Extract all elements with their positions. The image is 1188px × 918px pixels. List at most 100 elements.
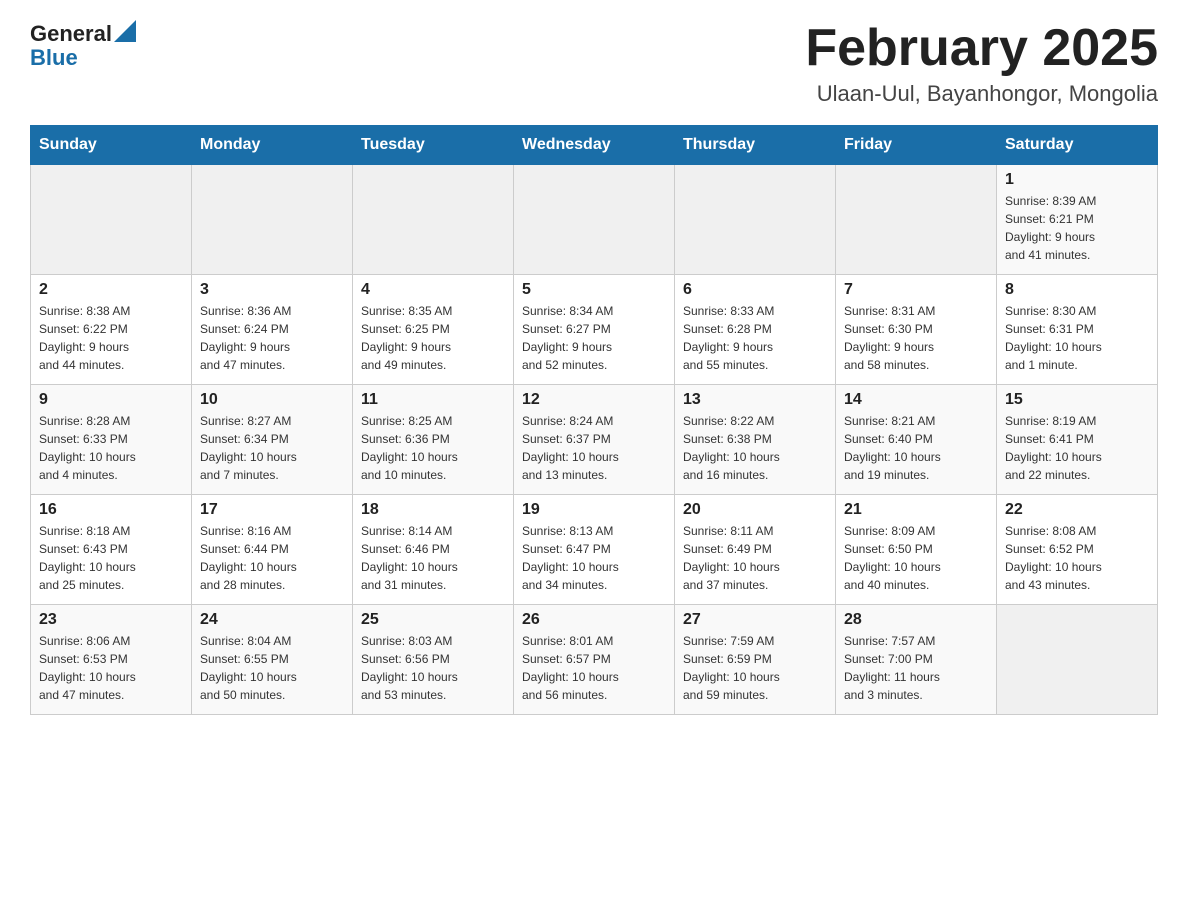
logo-triangle-icon bbox=[114, 20, 136, 42]
weekday-header-sunday: Sunday bbox=[31, 126, 192, 165]
calendar-cell: 25 Sunrise: 8:03 AMSunset: 6:56 PMDayligh… bbox=[353, 605, 514, 715]
day-number: 6 bbox=[683, 281, 827, 299]
calendar-cell bbox=[192, 165, 353, 275]
day-info: Sunrise: 8:34 AMSunset: 6:27 PMDaylight:… bbox=[522, 302, 666, 374]
day-info: Sunrise: 8:06 AMSunset: 6:53 PMDaylight:… bbox=[39, 632, 183, 704]
title-area: February 2025 Ulaan-Uul, Bayanhongor, Mo… bbox=[805, 20, 1158, 107]
day-number: 26 bbox=[522, 611, 666, 629]
logo: General Blue bbox=[30, 20, 136, 71]
day-number: 21 bbox=[844, 501, 988, 519]
calendar-cell: 8 Sunrise: 8:30 AMSunset: 6:31 PMDaylight… bbox=[997, 275, 1158, 385]
calendar-cell: 16 Sunrise: 8:18 AMSunset: 6:43 PMDayligh… bbox=[31, 495, 192, 605]
calendar-cell: 21Sunrise: 8:09 AMSunset: 6:50 PMDayligh… bbox=[836, 495, 997, 605]
calendar-cell bbox=[675, 165, 836, 275]
calendar-cell: 22 Sunrise: 8:08 AMSunset: 6:52 PMDayligh… bbox=[997, 495, 1158, 605]
day-info: Sunrise: 8:03 AMSunset: 6:56 PMDaylight:… bbox=[361, 632, 505, 704]
day-number: 28 bbox=[844, 611, 988, 629]
day-info: Sunrise: 7:59 AMSunset: 6:59 PMDaylight:… bbox=[683, 632, 827, 704]
weekday-header-thursday: Thursday bbox=[675, 126, 836, 165]
calendar-cell: 28 Sunrise: 7:57 AMSunset: 7:00 PMDayligh… bbox=[836, 605, 997, 715]
calendar-cell: 3Sunrise: 8:36 AMSunset: 6:24 PMDaylight… bbox=[192, 275, 353, 385]
day-number: 16 bbox=[39, 501, 183, 519]
calendar-cell: 12Sunrise: 8:24 AMSunset: 6:37 PMDayligh… bbox=[514, 385, 675, 495]
day-number: 1 bbox=[1005, 171, 1149, 189]
day-number: 7 bbox=[844, 281, 988, 299]
day-number: 19 bbox=[522, 501, 666, 519]
calendar-cell: 18 Sunrise: 8:14 AMSunset: 6:46 PMDayligh… bbox=[353, 495, 514, 605]
day-number: 17 bbox=[200, 501, 344, 519]
day-info: Sunrise: 8:16 AMSunset: 6:44 PMDaylight:… bbox=[200, 522, 344, 594]
day-number: 24 bbox=[200, 611, 344, 629]
day-info: Sunrise: 8:11 AMSunset: 6:49 PMDaylight:… bbox=[683, 522, 827, 594]
calendar-cell: 19 Sunrise: 8:13 AMSunset: 6:47 PMDayligh… bbox=[514, 495, 675, 605]
day-number: 20 bbox=[683, 501, 827, 519]
weekday-header-friday: Friday bbox=[836, 126, 997, 165]
day-info: Sunrise: 7:57 AMSunset: 7:00 PMDaylight:… bbox=[844, 632, 988, 704]
calendar-week-row: 9Sunrise: 8:28 AMSunset: 6:33 PMDaylight… bbox=[31, 385, 1158, 495]
calendar-cell: 5Sunrise: 8:34 AMSunset: 6:27 PMDaylight… bbox=[514, 275, 675, 385]
day-info: Sunrise: 8:25 AMSunset: 6:36 PMDaylight:… bbox=[361, 412, 505, 484]
day-number: 11 bbox=[361, 391, 505, 409]
location-title: Ulaan-Uul, Bayanhongor, Mongolia bbox=[805, 81, 1158, 107]
calendar-week-row: 2Sunrise: 8:38 AMSunset: 6:22 PMDaylight… bbox=[31, 275, 1158, 385]
calendar-cell: 13 Sunrise: 8:22 AMSunset: 6:38 PMDayligh… bbox=[675, 385, 836, 495]
calendar-cell: 20 Sunrise: 8:11 AMSunset: 6:49 PMDayligh… bbox=[675, 495, 836, 605]
calendar-cell: 17 Sunrise: 8:16 AMSunset: 6:44 PMDayligh… bbox=[192, 495, 353, 605]
day-info: Sunrise: 8:08 AMSunset: 6:52 PMDaylight:… bbox=[1005, 522, 1149, 594]
day-info: Sunrise: 8:14 AMSunset: 6:46 PMDaylight:… bbox=[361, 522, 505, 594]
day-number: 22 bbox=[1005, 501, 1149, 519]
calendar-cell: 27 Sunrise: 7:59 AMSunset: 6:59 PMDayligh… bbox=[675, 605, 836, 715]
logo-blue-text: Blue bbox=[30, 45, 78, 71]
day-number: 15 bbox=[1005, 391, 1149, 409]
day-number: 10 bbox=[200, 391, 344, 409]
day-number: 12 bbox=[522, 391, 666, 409]
calendar-cell: 23 Sunrise: 8:06 AMSunset: 6:53 PMDayligh… bbox=[31, 605, 192, 715]
day-info: Sunrise: 8:13 AMSunset: 6:47 PMDaylight:… bbox=[522, 522, 666, 594]
day-number: 18 bbox=[361, 501, 505, 519]
day-info: Sunrise: 8:04 AMSunset: 6:55 PMDaylight:… bbox=[200, 632, 344, 704]
day-info: Sunrise: 8:27 AMSunset: 6:34 PMDaylight:… bbox=[200, 412, 344, 484]
calendar-cell: 9Sunrise: 8:28 AMSunset: 6:33 PMDaylight… bbox=[31, 385, 192, 495]
calendar-cell: 6 Sunrise: 8:33 AMSunset: 6:28 PMDaylight… bbox=[675, 275, 836, 385]
day-number: 4 bbox=[361, 281, 505, 299]
calendar-cell: 24 Sunrise: 8:04 AMSunset: 6:55 PMDayligh… bbox=[192, 605, 353, 715]
calendar-cell bbox=[514, 165, 675, 275]
day-info: Sunrise: 8:18 AMSunset: 6:43 PMDaylight:… bbox=[39, 522, 183, 594]
calendar-cell: 2Sunrise: 8:38 AMSunset: 6:22 PMDaylight… bbox=[31, 275, 192, 385]
calendar-week-row: 16 Sunrise: 8:18 AMSunset: 6:43 PMDayligh… bbox=[31, 495, 1158, 605]
weekday-header-row: SundayMondayTuesdayWednesdayThursdayFrid… bbox=[31, 126, 1158, 165]
calendar-week-row: 1 Sunrise: 8:39 AMSunset: 6:21 PMDaylight… bbox=[31, 165, 1158, 275]
calendar-cell: 4Sunrise: 8:35 AMSunset: 6:25 PMDaylight… bbox=[353, 275, 514, 385]
day-info: Sunrise: 8:22 AMSunset: 6:38 PMDaylight:… bbox=[683, 412, 827, 484]
day-number: 25 bbox=[361, 611, 505, 629]
day-number: 14 bbox=[844, 391, 988, 409]
day-info: Sunrise: 8:39 AMSunset: 6:21 PMDaylight:… bbox=[1005, 192, 1149, 264]
calendar-cell: 15 Sunrise: 8:19 AMSunset: 6:41 PMDayligh… bbox=[997, 385, 1158, 495]
calendar-cell: 14 Sunrise: 8:21 AMSunset: 6:40 PMDayligh… bbox=[836, 385, 997, 495]
month-title: February 2025 bbox=[805, 20, 1158, 77]
calendar-cell: 1 Sunrise: 8:39 AMSunset: 6:21 PMDaylight… bbox=[997, 165, 1158, 275]
day-number: 23 bbox=[39, 611, 183, 629]
day-info: Sunrise: 8:31 AMSunset: 6:30 PMDaylight:… bbox=[844, 302, 988, 374]
calendar-week-row: 23 Sunrise: 8:06 AMSunset: 6:53 PMDayligh… bbox=[31, 605, 1158, 715]
calendar-table: SundayMondayTuesdayWednesdayThursdayFrid… bbox=[30, 125, 1158, 715]
calendar-cell: 11 Sunrise: 8:25 AMSunset: 6:36 PMDayligh… bbox=[353, 385, 514, 495]
weekday-header-monday: Monday bbox=[192, 126, 353, 165]
day-number: 3 bbox=[200, 281, 344, 299]
calendar-cell bbox=[31, 165, 192, 275]
calendar-cell bbox=[997, 605, 1158, 715]
day-info: Sunrise: 8:19 AMSunset: 6:41 PMDaylight:… bbox=[1005, 412, 1149, 484]
day-info: Sunrise: 8:21 AMSunset: 6:40 PMDaylight:… bbox=[844, 412, 988, 484]
day-info: Sunrise: 8:28 AMSunset: 6:33 PMDaylight:… bbox=[39, 412, 183, 484]
day-number: 27 bbox=[683, 611, 827, 629]
day-info: Sunrise: 8:30 AMSunset: 6:31 PMDaylight:… bbox=[1005, 302, 1149, 374]
day-info: Sunrise: 8:33 AMSunset: 6:28 PMDaylight:… bbox=[683, 302, 827, 374]
weekday-header-tuesday: Tuesday bbox=[353, 126, 514, 165]
calendar-cell: 26 Sunrise: 8:01 AMSunset: 6:57 PMDayligh… bbox=[514, 605, 675, 715]
day-number: 8 bbox=[1005, 281, 1149, 299]
day-info: Sunrise: 8:38 AMSunset: 6:22 PMDaylight:… bbox=[39, 302, 183, 374]
day-number: 13 bbox=[683, 391, 827, 409]
page-header: General Blue February 2025 Ulaan-Uul, Ba… bbox=[30, 20, 1158, 107]
calendar-cell: 10 Sunrise: 8:27 AMSunset: 6:34 PMDayligh… bbox=[192, 385, 353, 495]
day-info: Sunrise: 8:01 AMSunset: 6:57 PMDaylight:… bbox=[522, 632, 666, 704]
